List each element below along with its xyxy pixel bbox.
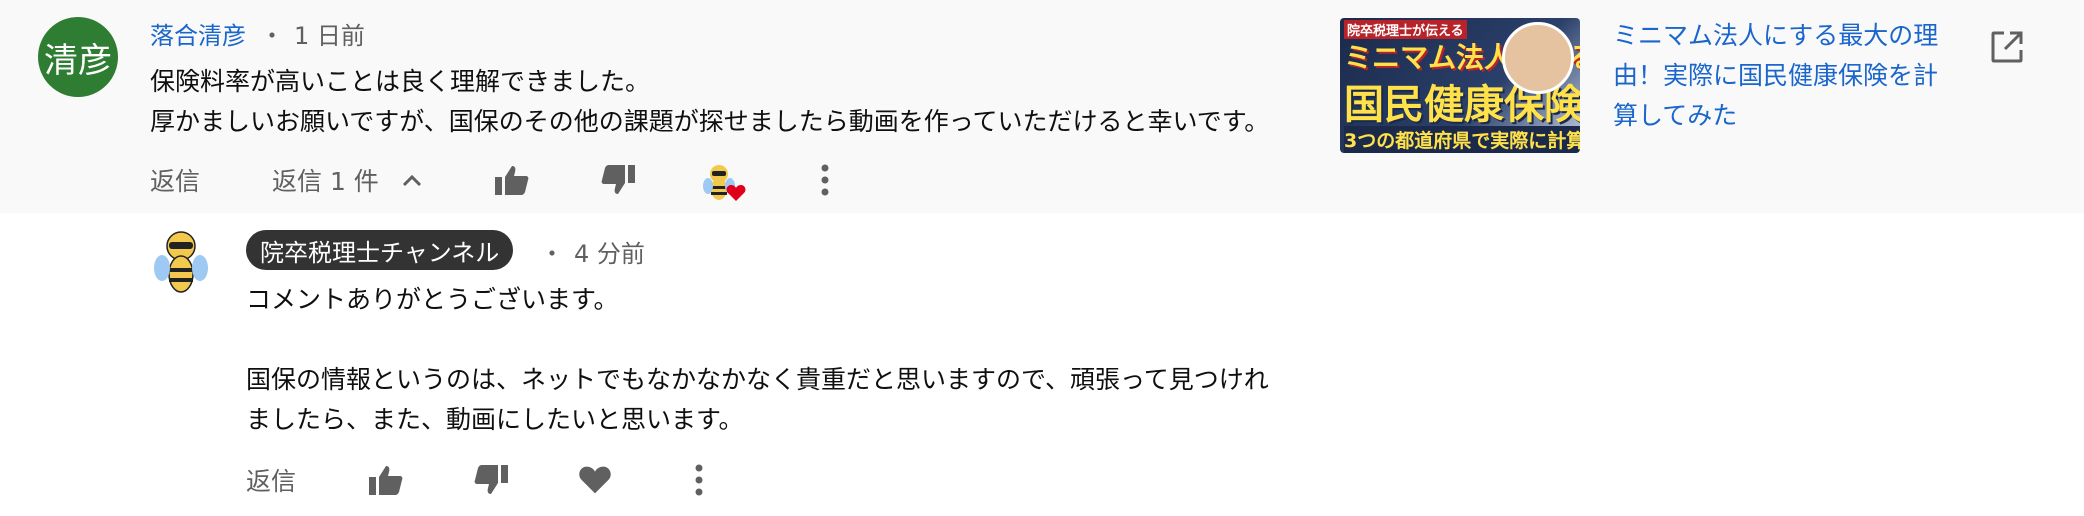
avatar-initials: 清彦 — [44, 40, 112, 81]
presenter-photo — [1502, 22, 1574, 94]
reply-line — [246, 320, 1269, 360]
reply-heart-button[interactable] — [575, 462, 615, 502]
open-external-button[interactable] — [1990, 30, 2024, 68]
thumbnail-text: 3つの都道府県で実際に計算 — [1344, 126, 1580, 153]
external-link-icon — [1990, 31, 2024, 68]
comment-line: 保険料率が高いことは良く理解できました。 — [150, 67, 651, 96]
video-title-link[interactable]: ミニマム法人にする最大の理由！実際に国民健康保険を計算してみた — [1613, 16, 1953, 136]
thumbs-up-icon — [368, 464, 404, 500]
thumbs-up-icon — [494, 164, 530, 200]
comment-author[interactable]: 落合清彦 — [150, 16, 246, 51]
replies-count-label: 返信 1 件 — [272, 167, 379, 196]
reply-button[interactable]: 返信 — [150, 162, 200, 198]
reply-line: コメントありがとうございます。 — [246, 285, 619, 314]
reply-header: ・ 4 分前 — [540, 234, 645, 269]
more-vert-icon — [694, 464, 704, 500]
separator: ・ — [540, 240, 564, 268]
comment-line: 厚かましいお願いですが、国保のその他の課題が探せましたら動画を作っていただけると… — [150, 107, 1270, 136]
channel-owner-badge[interactable]: 院卒税理士チャンネル — [246, 230, 514, 270]
commenter-avatar[interactable]: 清彦 — [38, 17, 118, 97]
reply-reply-button[interactable]: 返信 — [246, 462, 296, 498]
reply-line: ましたら、また、動画にしたいと思います。 — [246, 405, 744, 434]
reply-line: 国保の情報というのは、ネットでもなかなかなく貴重だと思いますので、頑張って見つけ… — [246, 365, 1269, 394]
comment-timestamp[interactable]: 1 日前 — [294, 16, 365, 51]
heart-icon — [578, 465, 612, 499]
reply-author-name: 院卒税理士チャンネル — [260, 238, 500, 267]
like-button[interactable] — [492, 162, 532, 202]
reply-author-avatar[interactable] — [145, 228, 217, 304]
reply-like-button[interactable] — [366, 462, 406, 502]
reply-button-label: 返信 — [246, 467, 297, 496]
reply-more-actions-button[interactable] — [684, 462, 714, 502]
separator: ・ — [260, 22, 284, 50]
dislike-button[interactable] — [598, 162, 638, 202]
more-vert-icon — [820, 164, 830, 200]
thumbs-down-icon — [473, 464, 509, 500]
thumbs-down-icon — [600, 164, 636, 200]
heart-icon — [726, 184, 746, 206]
creator-heart-badge — [700, 162, 746, 208]
reply-timestamp[interactable]: 4 分前 — [574, 234, 645, 269]
video-thumbnail[interactable]: 院卒税理士が伝える ミニマム法人にする理由 国民健康保険とは 3つの都道府県で実… — [1340, 18, 1580, 153]
comment-body: 保険料率が高いことは良く理解できました。 厚かましいお願いですが、国保のその他の… — [150, 62, 1269, 142]
more-actions-button[interactable] — [810, 162, 840, 202]
bee-mascot-icon — [145, 231, 217, 304]
chevron-up-icon — [401, 173, 423, 187]
reply-body: コメントありがとうございます。 国保の情報というのは、ネットでもなかなかなく貴重… — [246, 280, 1269, 440]
reply-dislike-button[interactable] — [471, 462, 511, 502]
replies-toggle-button[interactable]: 返信 1 件 — [272, 162, 423, 198]
reply-button-label: 返信 — [150, 167, 201, 196]
comment-header: 落合清彦 ・ 1 日前 — [150, 16, 365, 51]
